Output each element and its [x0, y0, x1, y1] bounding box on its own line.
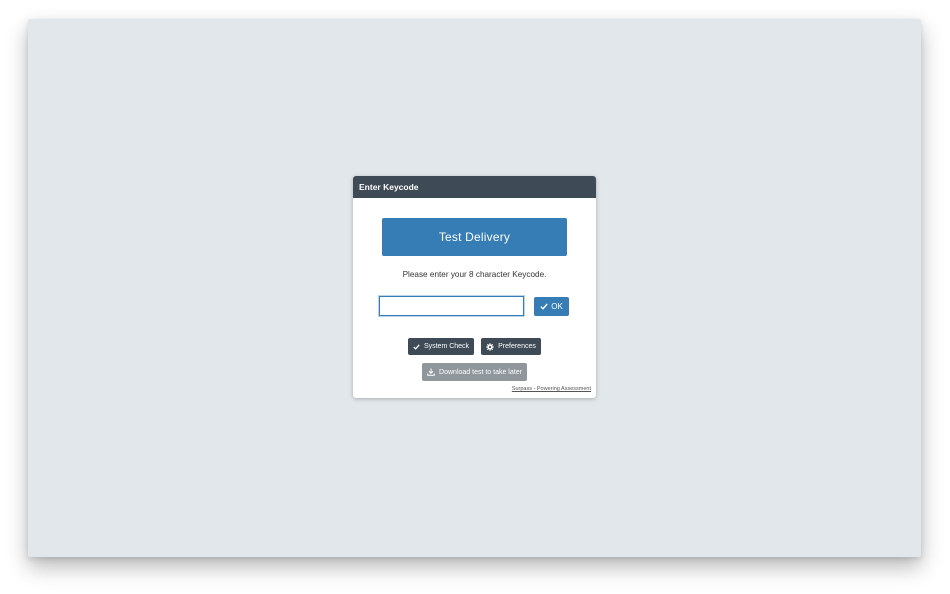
download-test-button[interactable]: Download test to take later [422, 363, 527, 381]
keycode-prompt: Please enter your 8 character Keycode. [402, 270, 547, 279]
app-window: Enter Keycode Test Delivery Please enter… [28, 19, 921, 557]
dialog-title: Enter Keycode [353, 176, 596, 198]
surpass-link[interactable]: Surpass - Powering Assessment [512, 386, 591, 392]
system-check-label: System Check [423, 343, 470, 350]
keycode-input[interactable] [379, 296, 524, 316]
download-icon [427, 368, 435, 376]
ok-button[interactable]: OK [534, 297, 569, 316]
test-delivery-banner: Test Delivery [382, 218, 567, 256]
system-check-button[interactable]: System Check [408, 338, 474, 355]
preferences-label: Preferences [498, 343, 536, 350]
ok-button-label: OK [551, 302, 563, 311]
check-icon [540, 303, 548, 310]
preferences-button[interactable]: Preferences [481, 338, 541, 355]
keycode-dialog: Enter Keycode Test Delivery Please enter… [353, 176, 596, 398]
download-test-label: Download test to take later [439, 368, 522, 376]
gear-icon [486, 342, 494, 351]
check-icon [413, 343, 420, 350]
